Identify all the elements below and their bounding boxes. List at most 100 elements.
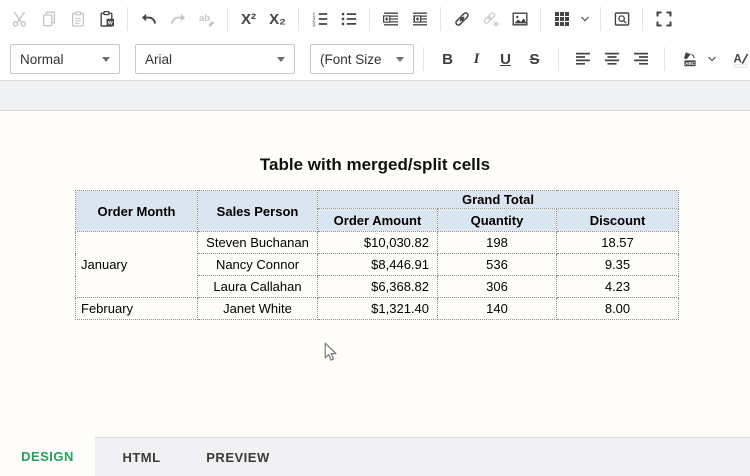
copy-icon (40, 10, 58, 28)
toolbar-format: Normal Arial (Font Size B I U S ABC (0, 38, 750, 80)
table-header-order-amount[interactable]: Order Amount (318, 209, 438, 232)
svg-text:w: w (106, 21, 112, 27)
highlight-color-icon: ABC (680, 50, 698, 68)
link-button[interactable] (447, 4, 476, 34)
table-header-quantity[interactable]: Quantity (438, 209, 557, 232)
paragraph-style-select[interactable]: Normal (10, 44, 120, 74)
cell-order-amount[interactable]: $8,446.91 (318, 254, 438, 276)
toolbar-divider (127, 7, 128, 31)
chevron-down-icon (580, 14, 590, 24)
chevron-down-icon (707, 54, 717, 64)
table-header-discount[interactable]: Discount (557, 209, 679, 232)
toolbar-divider (642, 7, 643, 31)
toolbar-divider (664, 47, 665, 71)
insert-image-button[interactable] (505, 4, 534, 34)
paste-from-word-button[interactable]: w (92, 4, 121, 34)
caret-down-icon (396, 57, 404, 62)
link-icon (453, 10, 471, 28)
undo-button[interactable] (134, 4, 163, 34)
align-left-button[interactable] (568, 44, 597, 74)
paste-from-word-icon: w (98, 10, 116, 28)
ordered-list-icon: 123 (311, 10, 329, 28)
ordered-list-button[interactable]: 123 (305, 4, 334, 34)
insert-table-button[interactable] (547, 4, 576, 34)
bold-button[interactable]: B (433, 44, 462, 74)
preview-icon (613, 10, 631, 28)
fullscreen-button[interactable] (649, 4, 678, 34)
cell-person[interactable]: Laura Callahan (198, 276, 318, 298)
mouse-cursor (324, 342, 339, 369)
caret-down-icon (102, 57, 110, 62)
tab-preview[interactable]: PREVIEW (188, 438, 288, 476)
document-title[interactable]: Table with merged/split cells (0, 111, 750, 175)
strikethrough-button[interactable]: S (520, 44, 549, 74)
html-editor: w ab X² X₂ 123 (0, 0, 750, 476)
editor-canvas[interactable]: Table with merged/split cells Order Mont… (0, 111, 750, 437)
view-tabbar: DESIGN HTML PREVIEW (0, 437, 750, 476)
cell-order-amount[interactable]: $10,030.82 (318, 232, 438, 254)
table-menu-button[interactable] (576, 4, 594, 34)
cell-month[interactable]: January (76, 232, 198, 298)
toolbar-divider (227, 7, 228, 31)
font-size-select[interactable]: (Font Size (310, 44, 414, 74)
copy-button[interactable] (34, 4, 63, 34)
paste-button[interactable] (63, 4, 92, 34)
remove-format-button[interactable]: ab (192, 4, 221, 34)
tab-design[interactable]: DESIGN (0, 437, 95, 476)
cell-order-amount[interactable]: $1,321.40 (318, 298, 438, 320)
bullet-list-button[interactable] (334, 4, 363, 34)
outdent-button[interactable] (376, 4, 405, 34)
cell-person[interactable]: Janet White (198, 298, 318, 320)
toolbar-divider (600, 7, 601, 31)
table-header-grand-total[interactable]: Grand Total (318, 191, 679, 209)
font-name-select[interactable]: Arial (135, 44, 295, 74)
cell-quantity[interactable]: 306 (438, 276, 557, 298)
cell-person[interactable]: Nancy Connor (198, 254, 318, 276)
cell-discount[interactable]: 9.35 (557, 254, 679, 276)
font-color-button[interactable]: A (726, 44, 750, 74)
cell-quantity[interactable]: 536 (438, 254, 557, 276)
toolbar-divider (298, 7, 299, 31)
unlink-button[interactable] (476, 4, 505, 34)
subscript-button[interactable]: X₂ (263, 4, 292, 34)
indent-button[interactable] (405, 4, 434, 34)
font-name-value: Arial (145, 52, 172, 67)
cell-order-amount[interactable]: $6,368.82 (318, 276, 438, 298)
table-header-sales-person[interactable]: Sales Person (198, 191, 318, 232)
cell-quantity[interactable]: 198 (438, 232, 557, 254)
cell-month[interactable]: February (76, 298, 198, 320)
merged-cells-table: Order Month Sales Person Grand Total Ord… (75, 190, 679, 320)
cell-quantity[interactable]: 140 (438, 298, 557, 320)
preview-button[interactable] (607, 4, 636, 34)
highlight-color-button[interactable]: ABC (674, 44, 703, 74)
table-header-order-month[interactable]: Order Month (76, 191, 198, 232)
cell-discount[interactable]: 18.57 (557, 232, 679, 254)
cell-person[interactable]: Steven Buchanan (198, 232, 318, 254)
font-color-icon: A (732, 50, 750, 68)
redo-button[interactable] (163, 4, 192, 34)
italic-button[interactable]: I (462, 44, 491, 74)
undo-icon (140, 10, 158, 28)
toolbar-divider (369, 7, 370, 31)
toolbar-divider (440, 7, 441, 31)
toolbar-divider (558, 47, 559, 71)
outdent-icon (382, 10, 400, 28)
tab-html[interactable]: HTML (95, 438, 188, 476)
svg-text:ab: ab (199, 13, 210, 24)
cell-discount[interactable]: 4.23 (557, 276, 679, 298)
align-right-icon (632, 50, 650, 68)
svg-text:3: 3 (312, 22, 315, 28)
align-right-button[interactable] (626, 44, 655, 74)
cell-discount[interactable]: 8.00 (557, 298, 679, 320)
align-left-icon (574, 50, 592, 68)
tabbar-inactive-area: HTML PREVIEW (95, 437, 750, 476)
superscript-button[interactable]: X² (234, 4, 263, 34)
underline-button[interactable]: U (491, 44, 520, 74)
toolbar-content-gap (0, 80, 750, 111)
toolbar-main: w ab X² X₂ 123 (0, 0, 750, 38)
unlink-icon (482, 10, 500, 28)
highlight-color-menu-button[interactable] (703, 44, 720, 74)
align-center-button[interactable] (597, 44, 626, 74)
cut-button[interactable] (5, 4, 34, 34)
svg-text:ABC: ABC (685, 61, 696, 66)
